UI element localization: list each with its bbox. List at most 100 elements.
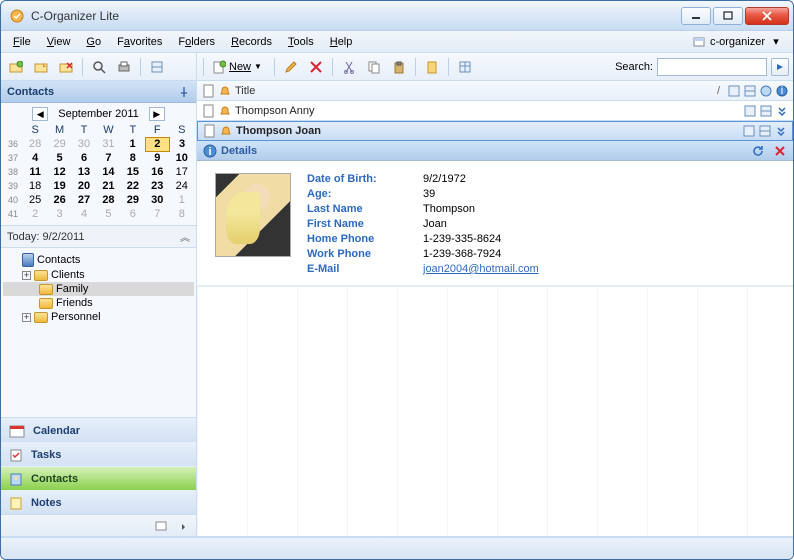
- cal-day[interactable]: 20: [72, 179, 96, 193]
- new-folder-button[interactable]: [5, 56, 27, 78]
- favorite-button[interactable]: [421, 56, 443, 78]
- menu-file[interactable]: File: [7, 34, 37, 50]
- search-input[interactable]: [657, 58, 767, 76]
- search-go-button[interactable]: [771, 58, 789, 76]
- nav-calendar[interactable]: Calendar: [1, 418, 196, 442]
- cal-day[interactable]: 16: [145, 165, 169, 179]
- cal-day[interactable]: 14: [96, 165, 120, 179]
- cal-day[interactable]: 15: [121, 165, 145, 179]
- menu-records[interactable]: Records: [225, 34, 278, 50]
- list-row[interactable]: Thompson Joan: [197, 121, 793, 141]
- menu-folders[interactable]: Folders: [172, 34, 221, 50]
- detail-email-link[interactable]: joan2004@hotmail.com: [423, 263, 539, 275]
- cal-day[interactable]: 8: [121, 151, 145, 165]
- tree-item[interactable]: Family: [3, 282, 194, 296]
- table-view-icon[interactable]: [758, 124, 772, 138]
- minimize-button[interactable]: [681, 7, 711, 25]
- find-button[interactable]: [88, 56, 110, 78]
- menu-go[interactable]: Go: [80, 34, 107, 50]
- table-view-icon[interactable]: [743, 84, 757, 98]
- nav-extra-button[interactable]: [152, 517, 170, 535]
- maximize-button[interactable]: [713, 7, 743, 25]
- new-record-button[interactable]: New ▼: [209, 56, 269, 78]
- details-close-button[interactable]: [773, 144, 787, 158]
- calendar-next-button[interactable]: ▶: [149, 107, 165, 121]
- list-row[interactable]: Thompson Anny: [197, 101, 793, 121]
- edit-record-button[interactable]: [280, 56, 302, 78]
- database-switcher[interactable]: c-organizer ▾: [688, 33, 787, 51]
- tree-item[interactable]: Friends: [3, 296, 194, 310]
- cal-day[interactable]: 28: [23, 137, 47, 151]
- globe-icon[interactable]: [759, 84, 773, 98]
- card-view-icon[interactable]: [742, 124, 756, 138]
- cal-day[interactable]: 28: [96, 193, 120, 207]
- columns-button[interactable]: [454, 56, 476, 78]
- cal-day[interactable]: 30: [72, 137, 96, 151]
- edit-folder-button[interactable]: [30, 56, 52, 78]
- menu-view[interactable]: View: [41, 34, 77, 50]
- cal-day[interactable]: 9: [145, 151, 169, 165]
- cal-day[interactable]: 26: [47, 193, 71, 207]
- nav-notes[interactable]: Notes: [1, 490, 196, 514]
- cal-day[interactable]: 3: [170, 137, 195, 151]
- pin-button[interactable]: [178, 86, 190, 98]
- cal-day[interactable]: 23: [145, 179, 169, 193]
- delete-folder-button[interactable]: [55, 56, 77, 78]
- table-view-icon[interactable]: [759, 104, 773, 118]
- tree-root-contacts[interactable]: Contacts: [3, 252, 194, 268]
- cal-day[interactable]: 6: [72, 151, 96, 165]
- cal-day[interactable]: 21: [96, 179, 120, 193]
- paste-button[interactable]: [388, 56, 410, 78]
- cal-day[interactable]: 4: [72, 207, 96, 221]
- cal-day[interactable]: 10: [170, 151, 195, 165]
- cal-day[interactable]: 7: [145, 207, 169, 221]
- menu-help[interactable]: Help: [324, 34, 359, 50]
- cal-day[interactable]: 11: [23, 165, 47, 179]
- cal-day[interactable]: 25: [23, 193, 47, 207]
- cal-day[interactable]: 6: [121, 207, 145, 221]
- expand-toggle[interactable]: +: [22, 271, 31, 280]
- cal-day[interactable]: 12: [47, 165, 71, 179]
- cal-day[interactable]: 29: [121, 193, 145, 207]
- cal-day[interactable]: 22: [121, 179, 145, 193]
- expand-toggle[interactable]: +: [22, 313, 31, 322]
- cal-day[interactable]: 2: [23, 207, 47, 221]
- cal-day[interactable]: 8: [170, 207, 195, 221]
- cal-day[interactable]: 5: [47, 151, 71, 165]
- cal-day[interactable]: 7: [96, 151, 120, 165]
- tree-item[interactable]: +Personnel: [3, 310, 194, 324]
- close-button[interactable]: [745, 7, 789, 25]
- cal-day[interactable]: 2: [145, 137, 169, 151]
- cal-day[interactable]: 29: [47, 137, 71, 151]
- cal-day[interactable]: 5: [96, 207, 120, 221]
- cal-day[interactable]: 1: [170, 193, 195, 207]
- cal-day[interactable]: 4: [23, 151, 47, 165]
- today-bar[interactable]: Today: 9/2/2011 ︽: [1, 226, 196, 248]
- print-button[interactable]: [113, 56, 135, 78]
- cal-day[interactable]: 27: [72, 193, 96, 207]
- info-icon[interactable]: i: [775, 84, 789, 98]
- nav-contacts[interactable]: Contacts: [1, 466, 196, 490]
- cal-day[interactable]: 3: [47, 207, 71, 221]
- cal-day[interactable]: 18: [23, 179, 47, 193]
- card-view-icon[interactable]: [743, 104, 757, 118]
- nav-tasks[interactable]: Tasks: [1, 442, 196, 466]
- view-toggle-button[interactable]: [146, 56, 168, 78]
- cal-day[interactable]: 24: [170, 179, 195, 193]
- cal-day[interactable]: 13: [72, 165, 96, 179]
- expand-icon[interactable]: [774, 124, 788, 138]
- cal-day[interactable]: 17: [170, 165, 195, 179]
- copy-button[interactable]: [363, 56, 385, 78]
- cal-day[interactable]: 19: [47, 179, 71, 193]
- tree-item[interactable]: +Clients: [3, 268, 194, 282]
- calendar-prev-button[interactable]: ◀: [32, 107, 48, 121]
- cal-day[interactable]: 1: [121, 137, 145, 151]
- menu-tools[interactable]: Tools: [282, 34, 320, 50]
- delete-record-button[interactable]: [305, 56, 327, 78]
- card-view-icon[interactable]: [727, 84, 741, 98]
- menu-favorites[interactable]: Favorites: [111, 34, 168, 50]
- cut-button[interactable]: [338, 56, 360, 78]
- expand-icon[interactable]: [775, 104, 789, 118]
- cal-day[interactable]: 31: [96, 137, 120, 151]
- cal-day[interactable]: 30: [145, 193, 169, 207]
